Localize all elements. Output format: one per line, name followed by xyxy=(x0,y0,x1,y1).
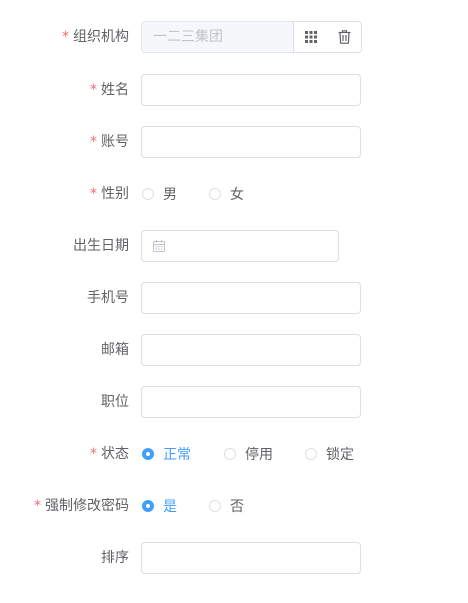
calendar-icon xyxy=(153,240,165,252)
radio-label: 女 xyxy=(230,187,244,203)
org-value: 一二三集团 xyxy=(153,29,223,45)
org-label-text: 组织机构 xyxy=(73,29,129,45)
position-label-text: 职位 xyxy=(101,394,129,410)
radio-label: 锁定 xyxy=(326,447,354,463)
position-input[interactable] xyxy=(141,386,361,418)
org-input[interactable]: 一二三集团 xyxy=(141,21,294,53)
gender-label: * 性别 xyxy=(90,178,129,210)
position-label: 职位 xyxy=(101,386,129,418)
status-radio-normal[interactable]: 正常 xyxy=(142,438,191,470)
required-mark: * xyxy=(34,498,41,514)
force-password-label: * 强制修改密码 xyxy=(34,490,129,522)
radio-label: 否 xyxy=(230,499,244,515)
email-label-text: 邮箱 xyxy=(101,342,129,358)
form-row-sort: 排序 xyxy=(0,542,468,574)
form-row-status: * 状态 正常 停用 锁定 xyxy=(0,438,468,470)
phone-input[interactable] xyxy=(141,282,361,314)
required-mark: * xyxy=(62,29,69,45)
radio-label: 男 xyxy=(163,187,177,203)
birthday-label: 出生日期 xyxy=(73,230,129,262)
required-mark: * xyxy=(90,134,97,150)
account-label-text: 账号 xyxy=(101,134,129,150)
sort-input[interactable] xyxy=(141,542,361,574)
phone-label: 手机号 xyxy=(87,282,129,314)
org-select-button[interactable] xyxy=(294,22,327,52)
form-row-phone: 手机号 xyxy=(0,282,468,314)
status-label: * 状态 xyxy=(90,438,129,470)
radio-circle xyxy=(142,500,154,512)
trash-icon xyxy=(338,30,351,44)
radio-label: 正常 xyxy=(163,447,191,463)
name-input[interactable] xyxy=(141,74,361,106)
org-clear-button[interactable] xyxy=(328,22,361,52)
name-label-text: 姓名 xyxy=(101,82,129,98)
form-row-gender: * 性别 男 女 xyxy=(0,178,468,210)
sort-label-text: 排序 xyxy=(101,550,129,566)
force-password-label-text: 强制修改密码 xyxy=(45,498,129,514)
radio-circle xyxy=(209,500,221,512)
org-label: * 组织机构 xyxy=(62,21,129,53)
status-radio-locked[interactable]: 锁定 xyxy=(305,438,354,470)
name-label: * 姓名 xyxy=(90,74,129,106)
birthday-label-text: 出生日期 xyxy=(73,238,129,254)
org-button-group xyxy=(293,21,362,53)
gender-radio-female[interactable]: 女 xyxy=(209,178,244,210)
form-row-account: * 账号 xyxy=(0,126,468,158)
radio-label: 停用 xyxy=(245,447,273,463)
form-row-birthday: 出生日期 xyxy=(0,230,468,262)
force-password-radio-yes[interactable]: 是 xyxy=(142,490,177,522)
sort-label: 排序 xyxy=(101,542,129,574)
form-row-email: 邮箱 xyxy=(0,334,468,366)
radio-circle xyxy=(224,448,236,460)
account-label: * 账号 xyxy=(90,126,129,158)
status-radio-disabled[interactable]: 停用 xyxy=(224,438,273,470)
form-row-position: 职位 xyxy=(0,386,468,418)
email-input[interactable] xyxy=(141,334,361,366)
form-row-force-password: * 强制修改密码 是 否 xyxy=(0,490,468,522)
account-input[interactable] xyxy=(141,126,361,158)
phone-label-text: 手机号 xyxy=(87,290,129,306)
required-mark: * xyxy=(90,446,97,462)
form-row-org: * 组织机构 一二三集团 xyxy=(0,21,468,53)
radio-circle xyxy=(142,448,154,460)
radio-label: 是 xyxy=(163,499,177,515)
gender-label-text: 性别 xyxy=(101,186,129,202)
form-row-name: * 姓名 xyxy=(0,74,468,106)
grid-icon xyxy=(304,31,317,43)
birthday-date-picker[interactable] xyxy=(141,230,339,262)
email-label: 邮箱 xyxy=(101,334,129,366)
required-mark: * xyxy=(90,186,97,202)
status-label-text: 状态 xyxy=(101,446,129,462)
force-password-radio-no[interactable]: 否 xyxy=(209,490,244,522)
gender-radio-male[interactable]: 男 xyxy=(142,178,177,210)
radio-circle xyxy=(142,188,154,200)
radio-circle xyxy=(209,188,221,200)
radio-circle xyxy=(305,448,317,460)
required-mark: * xyxy=(90,82,97,98)
